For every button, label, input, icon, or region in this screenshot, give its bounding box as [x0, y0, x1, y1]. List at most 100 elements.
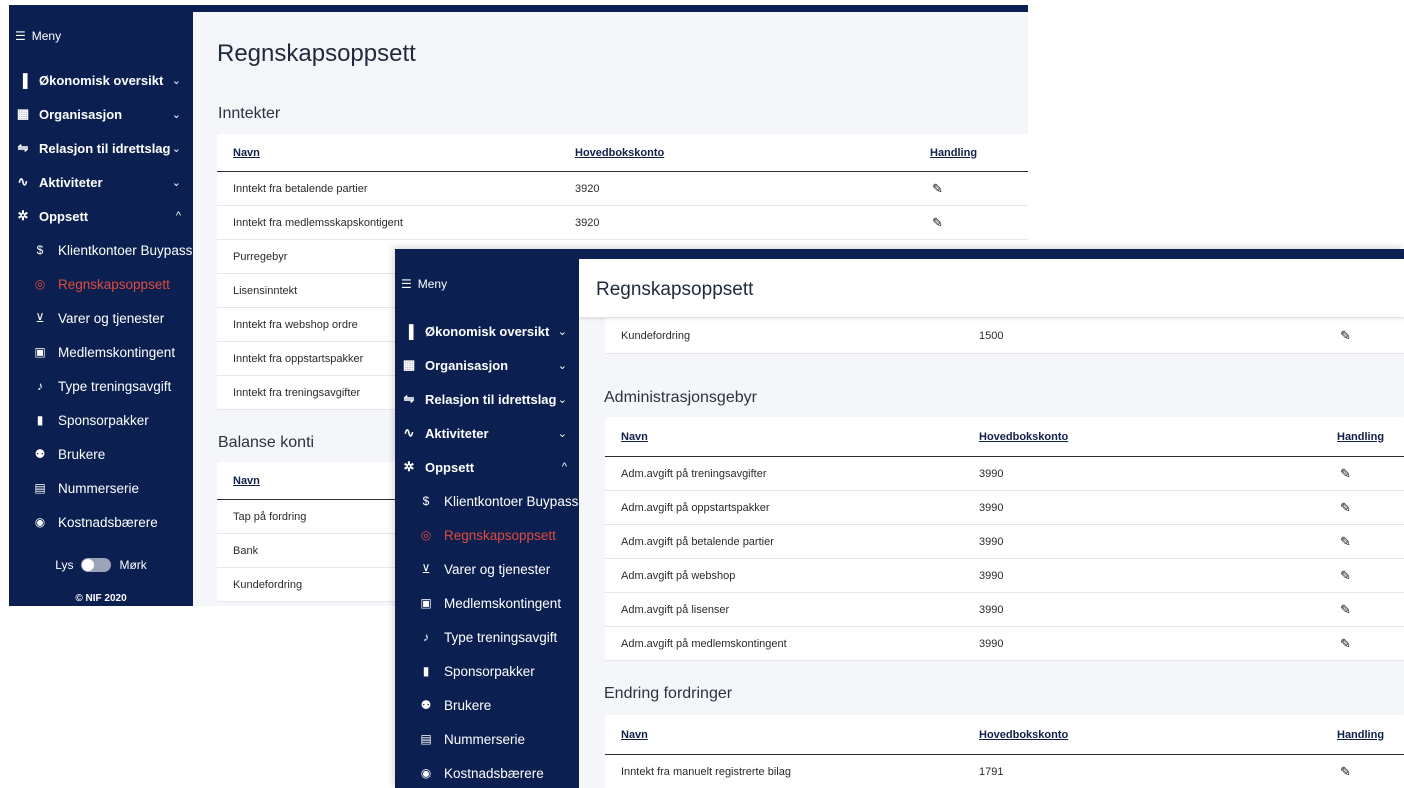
page-header: Regnskapsoppsett: [579, 259, 1404, 317]
col-navn[interactable]: Navn: [217, 147, 575, 159]
chevron-up-icon: ^: [561, 461, 567, 473]
row-name: Inntekt fra treningsavgifter: [233, 386, 361, 399]
settings-circle-icon: ◎: [420, 528, 432, 542]
sub-item-medlemskontingent[interactable]: ▣ Medlemskontingent: [395, 586, 579, 620]
col-hovedbokskonto[interactable]: Hovedbokskonto: [575, 147, 930, 159]
sub-item-regnskapsoppsett[interactable]: ◎ Regnskapsoppsett: [9, 267, 193, 301]
bar-chart-icon: ▐: [404, 323, 414, 339]
menu-toggle[interactable]: ☰ Meny: [15, 29, 61, 43]
copyright: © NIF 2020: [75, 593, 127, 604]
theme-switch[interactable]: Lys Mørk: [9, 558, 193, 572]
sub-item-sponsorpakker[interactable]: ▮ Sponsorpakker: [9, 403, 193, 437]
edit-pencil-icon[interactable]: ✎: [932, 215, 943, 231]
nav-item-oppsett[interactable]: ✲ Oppsett ^: [9, 199, 193, 233]
sub-item-nummerserie[interactable]: ▤ Nummerserie: [395, 722, 579, 756]
nav-label: Økonomisk oversikt: [425, 323, 550, 339]
sub-item-varer[interactable]: ⊻ Varer og tjenester: [395, 552, 579, 586]
nav-item-relasjon[interactable]: ⇋ Relasjon til idrettslag ⌄: [395, 382, 579, 416]
edit-pencil-icon[interactable]: ✎: [932, 181, 943, 197]
col-handling[interactable]: Handling: [1337, 431, 1384, 443]
gear-icon: ✲: [17, 208, 29, 223]
edit-pencil-icon[interactable]: ✎: [1340, 500, 1351, 516]
sub-label: Type treningsavgift: [58, 378, 172, 394]
sub-label: Varer og tjenester: [444, 561, 551, 577]
nav-item-aktiviteter[interactable]: ∿ Aktiviteter ⌄: [9, 165, 193, 199]
sub-label: Nummerserie: [444, 731, 526, 747]
sub-label: Medlemskontingent: [58, 344, 176, 360]
whistle-icon: ♪: [423, 630, 429, 644]
nav-item-okonomisk-oversikt[interactable]: ▐ Økonomisk oversikt ⌄: [9, 63, 193, 97]
sub-label: Varer og tjenester: [58, 310, 165, 326]
users-icon: ⚉: [34, 447, 46, 461]
edit-pencil-icon[interactable]: ✎: [1340, 328, 1351, 344]
row-name: Tap på fordring: [233, 510, 307, 523]
row-name: Adm.avgift på betalende partier: [621, 535, 774, 548]
col-navn[interactable]: Navn: [605, 729, 979, 741]
nav-label: Relasjon til idrettslag: [425, 391, 557, 407]
sub-item-type-treningsavgift[interactable]: ♪ Type treningsavgift: [9, 369, 193, 403]
menu-label: Meny: [31, 29, 62, 43]
nav-label: Aktiviteter: [39, 174, 103, 190]
edit-pencil-icon[interactable]: ✎: [1340, 534, 1351, 550]
col-handling[interactable]: Handling: [1337, 729, 1384, 741]
col-handling[interactable]: Handling: [930, 147, 977, 159]
pulse-icon: ∿: [403, 425, 415, 440]
nav-list: ▐ Økonomisk oversikt ⌄ ▦ Organisasjon ⌄ ⇋ Rel…: [395, 314, 579, 788]
sub-label: Klientkontoer Buypass: [444, 493, 579, 509]
sub-item-klientkontoer[interactable]: $ Klientkontoer Buypass: [395, 484, 579, 518]
section-title-balanse: Balanse konti: [218, 434, 315, 451]
whistle-icon: ♪: [37, 379, 43, 393]
chevron-down-icon: ⌄: [171, 108, 181, 121]
row-account: 3990: [979, 637, 1004, 650]
nav-label: Organisasjon: [39, 106, 123, 122]
sub-item-sponsorpakker[interactable]: ▮ Sponsorpakker: [395, 654, 579, 688]
sub-item-varer[interactable]: ⊻ Varer og tjenester: [9, 301, 193, 335]
nav-label: Oppsett: [425, 459, 475, 475]
edit-pencil-icon[interactable]: ✎: [1340, 568, 1351, 584]
edit-pencil-icon[interactable]: ✎: [1340, 636, 1351, 652]
sub-item-kostnadsbaerere[interactable]: ◉ Kostnadsbærere: [395, 756, 579, 788]
sub-item-nummerserie[interactable]: ▤ Nummerserie: [9, 471, 193, 505]
edit-pencil-icon[interactable]: ✎: [1340, 602, 1351, 618]
col-hovedbokskonto[interactable]: Hovedbokskonto: [979, 729, 1337, 741]
sub-item-type-treningsavgift[interactable]: ♪ Type treningsavgift: [395, 620, 579, 654]
calculator-icon: ▤: [34, 481, 46, 495]
row-name: Bank: [233, 544, 259, 557]
sub-label: Kostnadsbærere: [444, 765, 544, 781]
nav-item-relasjon[interactable]: ⇋ Relasjon til idrettslag ⌄: [9, 131, 193, 165]
sub-label: Regnskapsoppsett: [444, 527, 556, 543]
row-name: Lisensinntekt: [233, 284, 298, 297]
sub-item-regnskapsoppsett[interactable]: ◎ Regnskapsoppsett: [395, 518, 579, 552]
row-name: Inntekt fra webshop ordre: [233, 318, 358, 331]
nav-item-aktiviteter[interactable]: ∿ Aktiviteter ⌄: [395, 416, 579, 450]
menu-toggle[interactable]: ☰ Meny: [401, 277, 447, 291]
sub-item-brukere[interactable]: ⚉ Brukere: [395, 688, 579, 722]
nav-item-organisasjon[interactable]: ▦ Organisasjon ⌄: [9, 97, 193, 131]
nav-label: Økonomisk oversikt: [39, 72, 164, 88]
row-name: Kundefordring: [621, 329, 691, 342]
col-navn[interactable]: Navn: [217, 475, 260, 487]
nav-item-oppsett[interactable]: ✲ Oppsett ^: [395, 450, 579, 484]
nav-item-organisasjon[interactable]: ▦ Organisasjon ⌄: [395, 348, 579, 382]
card-icon: ▣: [420, 596, 432, 610]
sub-item-brukere[interactable]: ⚉ Brukere: [9, 437, 193, 471]
sub-item-medlemskontingent[interactable]: ▣ Medlemskontingent: [9, 335, 193, 369]
nav-label: Oppsett: [39, 208, 89, 224]
nav-label: Organisasjon: [425, 357, 509, 373]
theme-toggle[interactable]: [81, 558, 112, 572]
row-account: 3990: [979, 501, 1004, 514]
table-row: Adm.avgift på lisenser 3990 ✎: [605, 593, 1404, 627]
table-row: Inntekt fra medlemsskapskontigent 3920 ✎: [217, 206, 1028, 240]
row-name: Adm.avgift på webshop: [621, 569, 736, 582]
edit-pencil-icon[interactable]: ✎: [1340, 764, 1351, 780]
sub-item-klientkontoer[interactable]: $ Klientkontoer Buypass: [9, 233, 193, 267]
table-header: Navn Hovedbokskonto Handling: [605, 715, 1404, 755]
col-hovedbokskonto[interactable]: Hovedbokskonto: [979, 431, 1337, 443]
sub-item-kostnadsbaerere[interactable]: ◉ Kostnadsbærere: [9, 505, 193, 539]
edit-pencil-icon[interactable]: ✎: [1340, 466, 1351, 482]
nav-item-okonomisk-oversikt[interactable]: ▐ Økonomisk oversikt ⌄: [395, 314, 579, 348]
col-navn[interactable]: Navn: [605, 431, 979, 443]
table-row: Adm.avgift på medlemskontingent 3990 ✎: [605, 627, 1404, 661]
row-name: Adm.avgift på treningsavgifter: [621, 467, 767, 480]
chevron-up-icon: ^: [175, 210, 181, 222]
